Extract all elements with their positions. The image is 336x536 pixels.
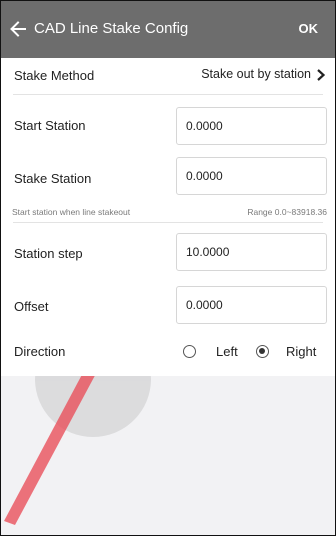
direction-right-label[interactable]: Right <box>286 344 316 359</box>
stake-station-hint: Start station when line stakeout <box>12 207 131 217</box>
stake-station-input[interactable] <box>176 157 327 195</box>
station-step-input[interactable] <box>176 233 327 271</box>
divider <box>13 222 323 223</box>
direction-left-radio[interactable] <box>183 345 196 358</box>
page-title: CAD Line Stake Config <box>34 20 189 37</box>
stake-station-range: Range 0.0~83918.36 <box>247 207 327 217</box>
ok-button[interactable]: OK <box>299 21 319 37</box>
direction-right-radio[interactable] <box>256 345 269 358</box>
direction-label: Direction <box>14 344 66 359</box>
stake-method-value: Stake out by station <box>201 67 311 81</box>
arrow-left-icon[interactable] <box>8 19 28 39</box>
station-step-label: Station step <box>14 246 83 261</box>
start-station-label: Start Station <box>14 118 86 133</box>
direction-left-label[interactable]: Left <box>216 344 238 359</box>
app-header: CAD Line Stake Config OK <box>1 1 335 58</box>
chevron-right-icon <box>317 69 326 81</box>
stake-method-label: Stake Method <box>14 68 95 83</box>
stake-method-row[interactable]: Stake Method Stake out by station <box>1 58 335 94</box>
start-station-input[interactable] <box>176 107 327 145</box>
divider <box>13 94 323 95</box>
screen: CAD Line Stake Config OK Stake Method St… <box>0 0 336 536</box>
offset-label: Offset <box>14 299 49 314</box>
config-form: Stake Method Stake out by station Start … <box>1 58 335 376</box>
stake-station-label: Stake Station <box>14 171 92 186</box>
offset-input[interactable] <box>176 286 327 324</box>
